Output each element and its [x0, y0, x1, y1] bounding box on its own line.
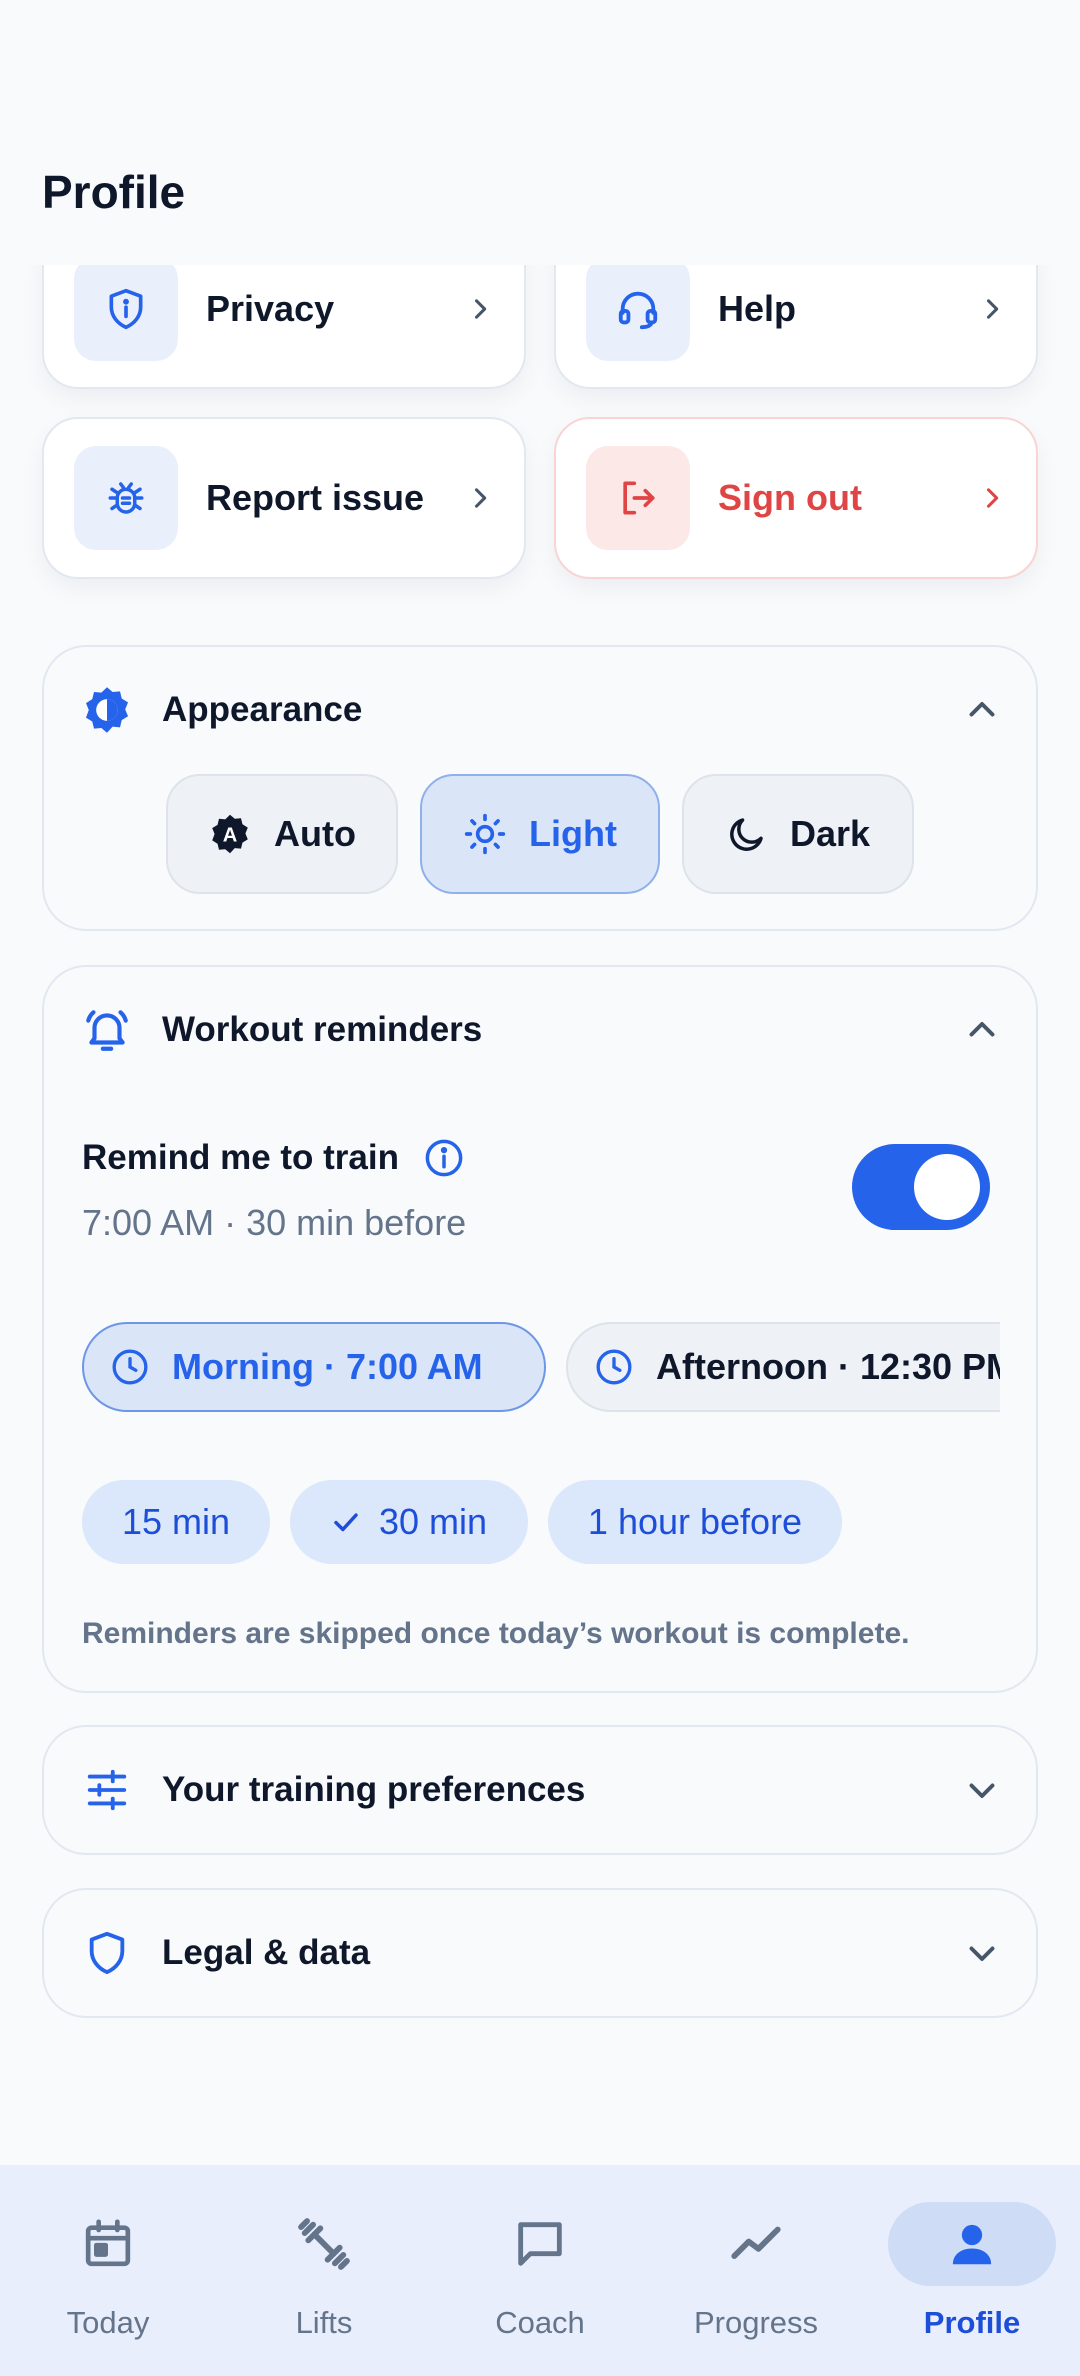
sliders-icon — [80, 1763, 134, 1817]
appearance-light-option[interactable]: Light — [420, 774, 660, 894]
privacy-tile[interactable]: Privacy — [42, 265, 526, 389]
chevron-down-icon — [969, 1783, 995, 1798]
nav-today-label: Today — [66, 2305, 150, 2340]
chevron-down-icon — [969, 1946, 995, 1961]
person-icon — [888, 2202, 1056, 2286]
clock-icon — [112, 1349, 148, 1385]
workout-reminders-card: Workout reminders Remind me to train 7:0… — [42, 965, 1038, 1693]
appearance-icon — [80, 683, 134, 737]
headset-icon — [618, 291, 658, 330]
appearance-auto-option[interactable]: A Auto — [166, 774, 398, 894]
lead-15-label: 15 min — [121, 1501, 231, 1542]
morning-time-label: Morning · 7:00 AM — [172, 1346, 483, 1387]
appearance-header[interactable]: Appearance — [80, 680, 1000, 740]
chevron-right-icon — [986, 488, 999, 508]
appearance-card: Appearance A Auto Light Dark — [42, 645, 1038, 931]
sign-out-icon — [623, 481, 655, 515]
calendar-icon — [38, 2209, 178, 2279]
report-issue-label: Report issue — [206, 477, 425, 518]
nav-coach-label: Coach — [495, 2305, 585, 2340]
lead-chip-1-hour[interactable]: 1 hour before — [548, 1480, 842, 1564]
light-label: Light — [529, 813, 617, 854]
nav-progress[interactable]: Progress — [648, 2165, 864, 2376]
nav-progress-label: Progress — [693, 2305, 819, 2340]
training-preferences-header[interactable]: Your training preferences — [80, 1760, 1000, 1820]
check-icon — [334, 1513, 358, 1532]
nav-profile-label: Profile — [923, 2305, 1021, 2340]
sun-icon — [464, 813, 506, 855]
sign-out-icon-box — [586, 446, 690, 550]
nav-today[interactable]: Today — [0, 2165, 216, 2376]
shield-icon — [80, 1926, 134, 1980]
sign-out-label: Sign out — [718, 477, 862, 518]
nav-lifts[interactable]: Lifts — [216, 2165, 432, 2376]
afternoon-time-label: Afternoon · 12:30 PM — [656, 1346, 1000, 1387]
privacy-icon-box — [74, 265, 178, 361]
nav-profile[interactable]: Profile — [864, 2165, 1080, 2376]
dark-label: Dark — [789, 813, 871, 854]
clock-icon — [596, 1349, 632, 1385]
time-chip-afternoon[interactable]: Afternoon · 12:30 PM — [566, 1322, 1000, 1412]
bottom-nav: Today Lifts Coach Progress Profile — [0, 2165, 1080, 2376]
lead-chip-15-min[interactable]: 15 min — [82, 1480, 270, 1564]
nav-coach[interactable]: Coach — [432, 2165, 648, 2376]
chevron-right-icon — [986, 299, 999, 319]
auto-theme-icon: A — [212, 814, 248, 854]
svg-text:A: A — [223, 825, 238, 847]
nav-lifts-label: Lifts — [295, 2305, 353, 2340]
auto-label: Auto — [274, 813, 356, 854]
dumbbell-icon — [254, 2209, 394, 2279]
appearance-dark-option[interactable]: Dark — [682, 774, 914, 894]
legal-data-header[interactable]: Legal & data — [80, 1923, 1000, 1983]
help-icon-box — [586, 265, 690, 361]
report-issue-tile[interactable]: Report issue — [42, 417, 526, 579]
chat-icon — [470, 2209, 610, 2279]
help-tile[interactable]: Help — [554, 265, 1038, 389]
lead-chip-30-min[interactable]: 30 min — [290, 1480, 528, 1564]
lead-1h-label: 1 hour before — [587, 1501, 803, 1542]
profile-scroll-area[interactable]: Privacy Help Report issue Sign out Appea… — [0, 265, 1080, 2165]
privacy-label: Privacy — [206, 288, 335, 329]
reminder-note: Reminders are skipped once today’s worko… — [82, 1617, 910, 1650]
sign-out-tile[interactable]: Sign out — [554, 417, 1038, 579]
moon-icon — [730, 818, 763, 851]
bug-icon — [108, 482, 144, 514]
chevron-up-icon — [969, 702, 995, 717]
page-title: Profile — [42, 166, 186, 218]
help-label: Help — [718, 288, 797, 329]
legal-data-card[interactable]: Legal & data — [42, 1888, 1038, 2018]
training-preferences-title: Your training preferences — [162, 1770, 586, 1809]
appearance-title: Appearance — [162, 690, 363, 729]
report-icon-box — [74, 446, 178, 550]
legal-data-title: Legal & data — [162, 1933, 371, 1972]
shield-info-icon — [109, 288, 143, 330]
lead-30-label: 30 min — [378, 1501, 488, 1542]
chevron-right-icon — [474, 299, 487, 319]
chevron-right-icon — [474, 488, 487, 508]
time-chip-morning[interactable]: Morning · 7:00 AM — [82, 1322, 546, 1412]
trend-icon — [686, 2209, 826, 2279]
training-preferences-card[interactable]: Your training preferences — [42, 1725, 1038, 1855]
